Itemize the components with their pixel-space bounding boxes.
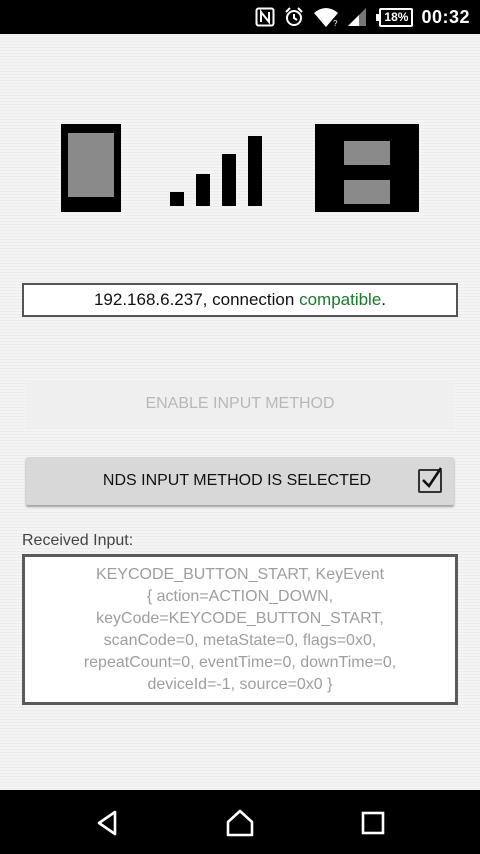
cell-signal-icon — [347, 7, 367, 27]
connection-compatible: compatible — [299, 290, 382, 309]
wifi-icon: ? — [313, 6, 339, 28]
clock: 00:32 — [421, 6, 470, 27]
input-method-checkbox[interactable] — [418, 467, 443, 493]
input-method-selected-button[interactable]: NDS INPUT METHOD IS SELECTED — [26, 457, 454, 505]
received-input-label: Received Input: — [22, 532, 134, 549]
recents-icon[interactable] — [356, 806, 390, 840]
received-input-box: KEYCODE_BUTTON_START, KeyEvent { action=… — [22, 554, 458, 705]
signal-strength-icon — [170, 134, 262, 206]
nfc-icon — [255, 7, 275, 27]
navigation-bar — [0, 790, 480, 854]
connection-address: 192.168.6.237, connection — [93, 290, 300, 309]
battery-indicator: 18% — [376, 7, 414, 27]
enable-input-method-label: ENABLE INPUT METHOD — [145, 395, 335, 412]
input-method-selected-label: NDS INPUT METHOD IS SELECTED — [102, 472, 372, 489]
enable-input-method-button[interactable]: ENABLE INPUT METHOD — [26, 380, 454, 428]
nintendo-ds-icon — [315, 124, 419, 212]
phone-icon — [61, 124, 121, 212]
status-bar: ? 18% 00:32 — [0, 0, 480, 34]
checkmark-icon — [422, 467, 443, 489]
svg-text:?: ? — [333, 19, 338, 28]
alarm-icon — [283, 6, 305, 28]
connection-graphic — [0, 122, 480, 214]
battery-level: 18% — [384, 10, 409, 24]
connection-suffix: . — [381, 290, 387, 309]
connection-status: 192.168.6.237, connection compatible. — [22, 283, 458, 317]
back-icon[interactable] — [90, 806, 124, 840]
received-input-text: KEYCODE_BUTTON_START, KeyEvent { action=… — [83, 565, 397, 693]
home-icon[interactable] — [223, 806, 257, 840]
